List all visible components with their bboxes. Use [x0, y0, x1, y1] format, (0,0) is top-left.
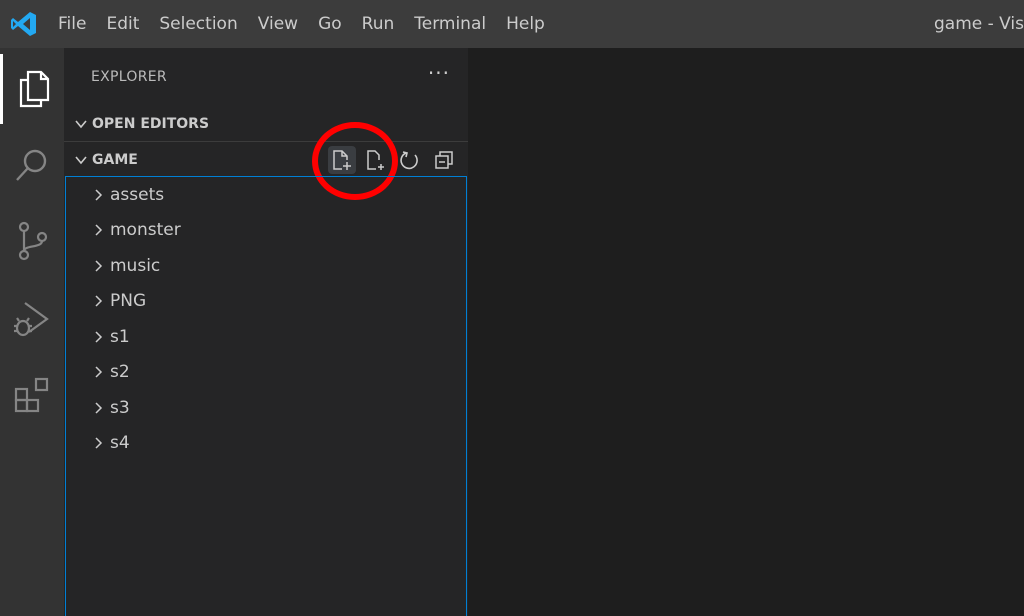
chevron-right-icon [88, 433, 108, 453]
section-game[interactable]: GAME [64, 122, 468, 200]
menu-file[interactable]: File [48, 0, 96, 48]
chevron-right-icon [88, 256, 108, 276]
menu-bar: File Edit Selection View Go Run Terminal… [48, 0, 555, 48]
tree-item-label: s2 [110, 362, 130, 383]
new-file-icon [333, 150, 351, 170]
explorer-title: EXPLORER [91, 69, 167, 85]
menu-help[interactable]: Help [496, 0, 555, 48]
menu-selection[interactable]: Selection [149, 0, 247, 48]
extensions-icon [14, 377, 49, 413]
section-open-editors-label: OPEN EDITORS [92, 115, 210, 132]
files-icon [19, 70, 49, 108]
tree-item-label: s1 [110, 326, 130, 347]
new-folder-icon [367, 150, 384, 170]
menu-view[interactable]: View [248, 0, 308, 48]
menu-run[interactable]: Run [352, 0, 405, 48]
tree-item-folder[interactable]: s1 [66, 319, 466, 355]
refresh-icon [400, 151, 418, 170]
search-icon [16, 149, 47, 181]
chevron-down-icon [70, 149, 92, 171]
tree-item-label: s3 [110, 397, 130, 418]
chevron-right-icon [88, 185, 108, 205]
tree-item-label: s4 [110, 433, 130, 454]
tree-item-folder[interactable]: PNG [66, 284, 466, 320]
tree-item-label: music [110, 255, 161, 276]
new-folder-button[interactable] [362, 146, 390, 174]
editor-area[interactable] [468, 48, 1024, 616]
activity-search[interactable] [0, 130, 64, 200]
more-actions-button[interactable]: ··· [428, 63, 450, 91]
tree-item-label: PNG [110, 291, 147, 312]
section-actions [328, 142, 458, 178]
section-open-editors[interactable]: OPEN EDITORS [64, 106, 468, 142]
section-game-label: GAME [92, 152, 138, 168]
activity-extensions[interactable] [0, 360, 64, 430]
chevron-right-icon [88, 398, 108, 418]
tree-item-folder[interactable]: monster [66, 213, 466, 249]
tree-item-folder[interactable]: s2 [66, 355, 466, 391]
activity-run-debug[interactable] [0, 284, 64, 354]
menu-terminal[interactable]: Terminal [404, 0, 496, 48]
vscode-logo-icon[interactable] [0, 0, 48, 48]
activity-explorer[interactable] [0, 54, 64, 124]
new-file-button[interactable] [328, 146, 356, 174]
window-title: game - Visu [934, 14, 1024, 34]
activity-source-control[interactable] [0, 206, 64, 276]
chevron-right-icon [88, 220, 108, 240]
tree-item-folder[interactable]: assets [66, 177, 466, 213]
activity-bar [0, 48, 64, 616]
source-control-icon [18, 221, 48, 261]
collapse-all-icon [435, 151, 453, 169]
chevron-down-icon [70, 113, 92, 135]
tree-item-folder[interactable]: music [66, 248, 466, 284]
tree-item-label: assets [110, 184, 165, 205]
explorer-header: EXPLORER ··· [64, 48, 468, 106]
chevron-right-icon [88, 291, 108, 311]
tree-item-label: monster [110, 220, 181, 241]
menu-go[interactable]: Go [308, 0, 352, 48]
chevron-right-icon [88, 327, 108, 347]
explorer-sidebar: EXPLORER ··· OPEN EDITORS GAME assets mo… [64, 48, 468, 616]
file-tree: assets monster music PNG s1 s2 s3 s4 [65, 176, 467, 616]
run-debug-icon [14, 302, 49, 337]
chevron-right-icon [88, 362, 108, 382]
refresh-button[interactable] [396, 146, 424, 174]
tree-item-folder[interactable]: s4 [66, 426, 466, 462]
menu-edit[interactable]: Edit [96, 0, 149, 48]
title-bar: File Edit Selection View Go Run Terminal… [0, 0, 1024, 48]
tree-item-folder[interactable]: s3 [66, 390, 466, 426]
collapse-all-button[interactable] [430, 146, 458, 174]
